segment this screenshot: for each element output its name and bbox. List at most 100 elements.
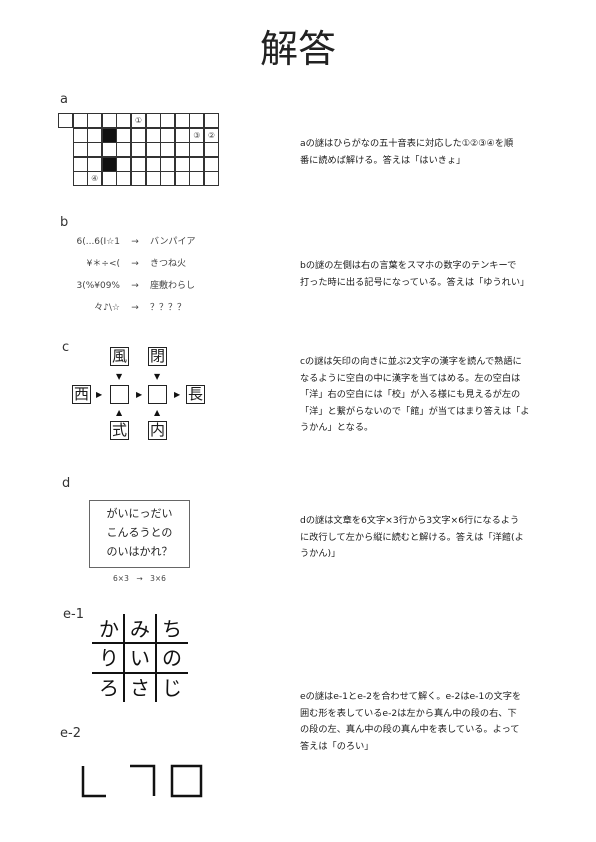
grid-cell <box>189 113 205 128</box>
grid-char: り <box>99 646 119 670</box>
explanation-line: 打った時に出る記号になっている。答えは「ゆうれい」 <box>300 276 530 288</box>
circled-number-cell: ③ <box>189 127 205 143</box>
section-b-explanation: bの謎の左側は右の言葉をスマホの数字のテンキーで 打った時に出る記号になっている… <box>300 258 540 291</box>
grid-cell <box>87 127 103 143</box>
explanation-line: eの謎はe-1とe-2を合わせて解く。e-2はe-1の文字を <box>300 691 522 702</box>
grid-char: ち <box>162 617 182 641</box>
explanation-line: うかん」となる。 <box>300 422 374 433</box>
text-puzzle-box: がいにっだい こんるうとの のいはかれ？ <box>89 500 190 568</box>
symbol-list: 6(...6(I☆1 → バンパイア ¥＊÷<(→ きつね火 3(%¥09% → 座敷わら… <box>62 234 195 322</box>
explanation-line: bの謎の左側は右の言葉をスマホの数字のテンキーで <box>300 260 517 271</box>
grid-cell <box>160 156 176 172</box>
grid-char: さ <box>130 676 150 700</box>
explanation-line: aの謎はひらがなの五十音表に対応した①②③④を順 <box>300 138 514 149</box>
explanation-line: cの謎は矢印の向きに並ぶ2文字の漢字を読んで熟語に <box>300 356 522 367</box>
grid-cell <box>189 156 205 172</box>
grid-cell <box>72 113 88 128</box>
corner-shape-top-right <box>130 764 156 796</box>
grid-char: か <box>99 617 119 641</box>
arrow-icon: → <box>131 303 139 313</box>
circled-number-cell: ② <box>204 127 219 143</box>
explanation-line: 「洋」右の空白には「校」が入る様にも見えるが左の <box>300 389 521 400</box>
square-shape <box>170 764 203 798</box>
grid-cell <box>116 113 132 128</box>
grid-char: じ <box>162 676 182 700</box>
symbol-text: 6(...6(I☆1 <box>76 237 120 247</box>
section-d-explanation: dの謎は文章を6文字×3行から3文字×6行になるよう に改行して左から縦に読むと… <box>300 513 540 563</box>
grid-cell <box>174 127 190 143</box>
grid-cell <box>116 171 132 187</box>
grid-cell <box>72 171 88 187</box>
grid-cell <box>116 142 132 158</box>
kanji-arrow-diagram: 風 閉 西 長 式 内 ▼ ▼ ▲ ▲ ▶ ▶ ▶ <box>68 345 213 445</box>
corner-shape-bottom-left <box>81 766 106 798</box>
grid-cell <box>101 142 117 158</box>
grid-line <box>92 672 188 674</box>
grid-cell <box>58 113 73 128</box>
arrow-up-icon: ▲ <box>116 408 123 417</box>
kanji-box: 西 <box>72 385 91 404</box>
grid-cell <box>101 127 117 143</box>
section-e-explanation: eの謎はe-1とe-2を合わせて解く。e-2はe-1の文字を 囲む形を表している… <box>300 689 540 755</box>
grid-cell <box>145 113 161 128</box>
puzzle-line: のいはかれ？ <box>106 545 173 558</box>
grid-cell <box>145 127 161 143</box>
grid-cell <box>116 127 132 143</box>
explanation-line: なるように空白の中に漢字を当てはめる。左の空白は <box>300 372 521 384</box>
puzzle-line: がいにっだい <box>106 507 173 520</box>
circled-number-cell: ① <box>131 113 146 128</box>
arrow-icon: → <box>131 259 139 269</box>
kanji-box: 内 <box>148 421 167 440</box>
explanation-line: うかん)」 <box>300 548 341 559</box>
grid-cell <box>204 142 219 158</box>
character-grid: か み ち り い の ろ さ じ <box>92 614 188 704</box>
section-d-label: d <box>62 476 71 491</box>
arrow-icon: → <box>131 281 139 291</box>
explanation-line: 「洋」と繋がらないので「館」が当てはまり答えは「よ <box>300 405 530 417</box>
grid-cell <box>160 113 176 128</box>
grid-cell <box>145 142 161 158</box>
circled-number-cell: ④ <box>87 171 103 187</box>
grid-cell <box>131 142 146 158</box>
symbol-text: 3(%¥09% <box>76 281 120 291</box>
explanation-line: の段の左、真ん中の段の真ん中を表している。よって <box>300 724 520 735</box>
grid-cell <box>116 156 132 172</box>
page-title: 解答 <box>259 27 336 71</box>
symbol-text: 々♪\☆ <box>94 303 120 313</box>
section-c-explanation: cの謎は矢印の向きに並ぶ2文字の漢字を読んで熟語に なるように空白の中に漢字を当… <box>300 354 540 437</box>
word-text: きつね火 <box>150 259 187 269</box>
grid-cell <box>160 127 176 143</box>
word-text: 座敷わらし <box>150 281 196 291</box>
kanji-box: 風 <box>110 347 129 366</box>
grid-line <box>92 642 188 644</box>
puzzle-caption: 6×3 → 3×6 <box>113 574 166 583</box>
grid-cell <box>101 156 117 172</box>
grid-cell <box>72 142 88 158</box>
grid-cell <box>72 156 88 172</box>
kanji-box: 式 <box>110 421 129 440</box>
arrow-right-icon: ▶ <box>96 390 103 399</box>
grid-cell <box>204 156 219 172</box>
arrow-down-icon: ▼ <box>116 372 123 381</box>
grid-cell <box>174 171 190 187</box>
grid-cell <box>87 113 103 128</box>
grid-cell <box>189 171 205 187</box>
explanation-line: に改行して左から縦に読むと解ける。答えは「洋館(よ <box>300 531 524 543</box>
shape-sequence <box>81 764 203 798</box>
section-a-explanation: aの謎はひらがなの五十音表に対応した①②③④を順 番に読めば解ける。答えは「はい… <box>300 136 540 169</box>
blank-box <box>148 385 167 404</box>
list-item: 々♪\☆ → ？？？？ <box>62 300 195 322</box>
arrow-down-icon: ▼ <box>154 372 161 381</box>
grid-cell <box>131 127 146 143</box>
section-a-label: a <box>60 92 68 107</box>
grid-cell <box>101 171 117 187</box>
explanation-line: dの謎は文章を6文字×3行から3文字×6行になるよう <box>300 515 520 526</box>
grid-cell <box>189 142 205 158</box>
explanation-line: 番に読めば解ける。答えは「はいきょ」 <box>300 154 466 166</box>
grid-cell <box>145 171 161 187</box>
grid-cell <box>72 127 88 143</box>
list-item: ¥＊÷<(→ きつね火 <box>62 256 195 278</box>
grid-cell <box>87 156 103 172</box>
grid-cell <box>101 113 117 128</box>
grid-char: の <box>162 646 182 670</box>
